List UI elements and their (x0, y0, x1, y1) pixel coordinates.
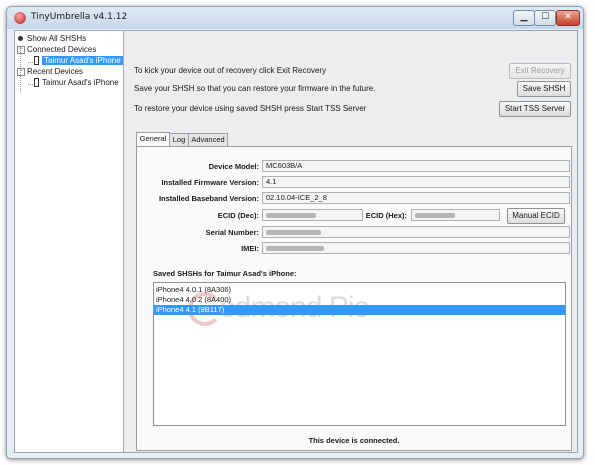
list-item[interactable]: iPhone4 4.0.2 (8A400) (154, 295, 565, 305)
redacted-value (266, 213, 316, 218)
tree-guide (28, 84, 33, 85)
app-window: TinyUmbrella v4.1.12 ▁ ☐ ✕ Show All SHSH… (6, 6, 584, 459)
save-shsh-button[interactable]: Save SHSH (517, 81, 571, 97)
collapse-icon[interactable]: − (17, 45, 25, 54)
umbrella-icon (14, 12, 26, 24)
serial-number-field (262, 226, 570, 238)
tree-item-label: Show All SHSHs (27, 34, 87, 43)
minimize-button[interactable]: ▁ (513, 10, 535, 26)
ecid-dec-field (262, 209, 363, 221)
tree-group-recent[interactable]: − Recent Devices (17, 66, 83, 77)
firmware-label: Installed Firmware Version: (161, 178, 259, 187)
main-pane: To kick your device out of recovery clic… (124, 31, 577, 452)
manual-ecid-button[interactable]: Manual ECID (507, 208, 565, 224)
list-item[interactable]: iPhone4 4.0.1 (8A306) (154, 285, 565, 295)
collapse-icon[interactable]: − (17, 67, 25, 76)
tree-item-label: Taimur Asad's iPhone (42, 78, 119, 87)
redacted-value (266, 246, 324, 251)
device-model-label: Device Model: (208, 162, 259, 171)
tree-group-label: Connected Devices (27, 45, 97, 54)
tab-advanced[interactable]: Advanced (188, 133, 228, 146)
bullet-icon (18, 36, 23, 42)
baseband-field: 02.10.04-ICE_2_8 (262, 192, 570, 204)
iphone-icon (34, 56, 39, 66)
tab-log[interactable]: Log (169, 133, 189, 146)
title-bar[interactable]: TinyUmbrella v4.1.12 ▁ ☐ ✕ (7, 7, 583, 29)
firmware-field: 4.1 (262, 176, 570, 188)
tss-hint: To restore your device using saved SHSH … (134, 104, 367, 113)
redacted-value (266, 230, 321, 235)
tree-item-connected-device[interactable]: Taimur Asad's iPhone (34, 55, 123, 66)
start-tss-server-button[interactable]: Start TSS Server (499, 101, 571, 117)
status-message: This device is connected. (308, 436, 400, 445)
maximize-button[interactable]: ☐ (534, 10, 556, 26)
tree-item-show-all[interactable]: Show All SHSHs (18, 33, 86, 44)
ecid-hex-field (411, 209, 500, 221)
save-shsh-hint: Save your SHSH so that you can restore y… (134, 84, 376, 93)
baseband-label: Installed Baseband Version: (158, 194, 259, 203)
client-area: Show All SHSHs − Connected Devices Taimur… (14, 30, 578, 453)
list-item-selected[interactable]: iPhone4 4.1 (8B117) (154, 305, 565, 315)
tree-item-label: Taimur Asad's iPhone (42, 56, 123, 65)
exit-recovery-hint: To kick your device out of recovery clic… (134, 66, 327, 75)
device-tree: Show All SHSHs − Connected Devices Taimur… (15, 31, 124, 452)
window-title: TinyUmbrella v4.1.12 (31, 12, 128, 22)
device-model-field: MC603B/A (262, 160, 570, 172)
ecid-hex-label: ECID (Hex): (365, 211, 407, 220)
redacted-value (415, 213, 455, 218)
saved-shsh-list[interactable]: edmond Pie iPhone4 4.0.1 (8A306) iPhone4… (153, 282, 566, 426)
iphone-icon (34, 78, 39, 88)
tree-group-connected[interactable]: − Connected Devices (17, 44, 96, 55)
exit-recovery-button[interactable]: Exit Recovery (509, 63, 571, 79)
tree-item-recent-device[interactable]: Taimur Asad's iPhone (34, 77, 119, 88)
ecid-dec-label: ECID (Dec): (217, 211, 259, 220)
tree-group-label: Recent Devices (27, 67, 84, 76)
tab-general[interactable]: General (136, 132, 170, 146)
saved-shsh-title: Saved SHSHs for Taimur Asad's iPhone: (153, 269, 297, 278)
close-button[interactable]: ✕ (556, 10, 580, 26)
imei-field (262, 242, 570, 254)
serial-number-label: Serial Number: (205, 228, 259, 237)
tree-guide (28, 62, 33, 63)
general-panel: Device Model: MC603B/A Installed Firmwar… (136, 146, 572, 451)
imei-label: IMEI: (241, 244, 259, 253)
